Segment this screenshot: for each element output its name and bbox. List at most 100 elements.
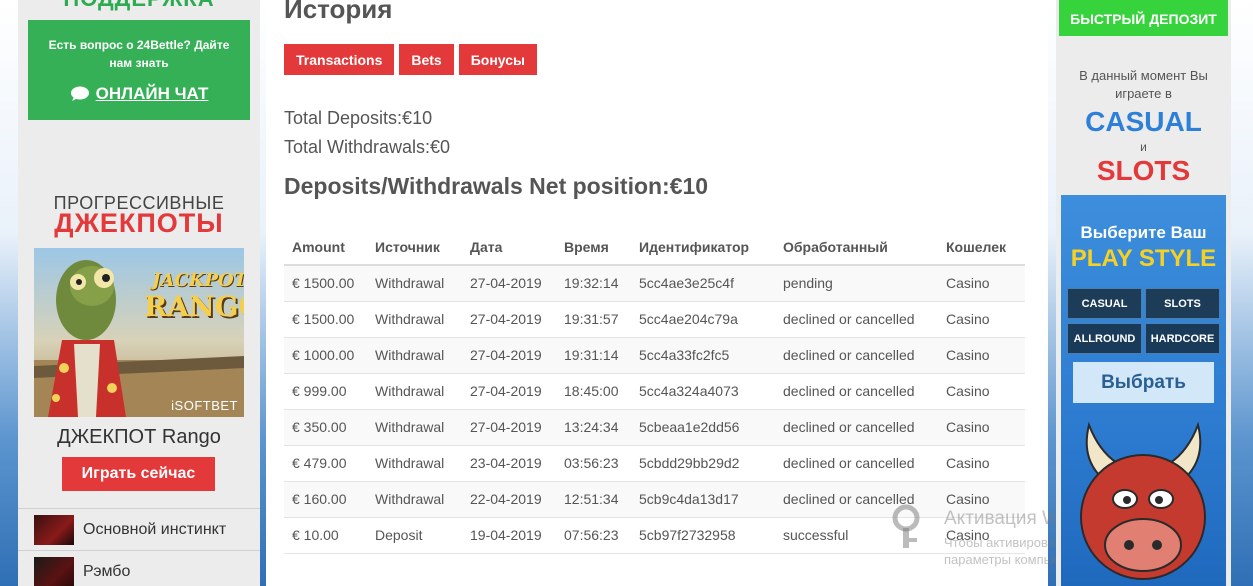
game-thumbnail [34,514,74,545]
style-allround-button[interactable]: ALLROUND [1067,323,1142,354]
choose-heading: Выберите Ваш [1080,223,1207,242]
column-header: Кошелек [938,229,1025,266]
table-cell: Withdrawal [367,409,462,446]
table-cell: Withdrawal [367,301,462,338]
table-cell: 23-04-2019 [462,445,556,482]
game-list: Основной инстинкт Рэмбо [18,508,260,586]
column-header: Источник [367,229,462,266]
table-cell: Withdrawal [367,337,462,374]
play-style-box: Выберите Ваш PLAY STYLE CASUAL SLOTS ALL… [1061,195,1226,586]
game-label: Основной инстинкт [83,520,227,538]
history-tabs: Transactions Bets Бонусы [284,44,537,75]
table-cell: 27-04-2019 [462,373,556,410]
table-cell: declined or cancelled [775,445,938,482]
table-cell: Casino [938,517,1025,554]
page-title: История [284,0,393,24]
table-cell: Deposit [367,517,462,554]
table-row: € 1500.00 Withdrawal 27-04-2019 19:31:57 5cc… [284,301,1025,338]
table-cell: declined or cancelled [775,373,938,410]
table-cell: declined or cancelled [775,337,938,374]
table-row: € 350.00 Withdrawal 27-04-2019 13:24:34 5cbe… [284,409,1025,446]
fast-deposit-button[interactable]: БЫСТРЫЙ ДЕПОЗИТ [1059,0,1228,36]
total-deposits: Total Deposits:€10 [284,108,433,128]
table-row: € 999.00 Withdrawal 27-04-2019 18:45:00 5cc4… [284,373,1025,410]
table-cell: 27-04-2019 [462,301,556,338]
table-cell: 22-04-2019 [462,481,556,518]
table-cell: 5cc4ae3e25c4f [631,265,775,302]
table-cell: 5cc4a33fc2fc5 [631,337,775,374]
column-header: Идентификатор [631,229,775,266]
table-cell: declined or cancelled [775,409,938,446]
table-cell: 18:45:00 [556,373,631,410]
support-text: Есть вопрос о 24Bettle? Дайте нам знать [48,38,230,70]
table-cell: Casino [938,481,1025,518]
column-header: Обработанный [775,229,938,266]
current-style-casual: CASUAL [1085,106,1202,137]
tab-transactions[interactable]: Transactions [284,44,395,75]
right-sidebar: БЫСТРЫЙ ДЕПОЗИТ В данный момент Вы играе… [1056,0,1231,586]
table-cell: 27-04-2019 [462,337,556,374]
live-chat-label: ОНЛАЙН ЧАТ [95,84,209,103]
table-cell: declined or cancelled [775,481,938,518]
current-style-slots: SLOTS [1096,155,1191,186]
table-cell: Casino [938,373,1025,410]
totals: Total Deposits:€10 Total Withdrawals:€0 [284,104,450,162]
play-now-button[interactable]: Играть сейчас [62,457,215,491]
table-cell: 5cb97f2732958 [631,517,775,554]
game-item-basic-instinct[interactable]: Основной инстинкт [18,508,260,550]
table-cell: pending [775,265,938,302]
table-cell: Withdrawal [367,445,462,482]
table-cell: Withdrawal [367,481,462,518]
table-cell: 5cbdd29bb29d2 [631,445,775,482]
table-cell: Withdrawal [367,373,462,410]
play-style-heading: PLAY STYLE [1070,245,1217,272]
table-cell: € 350.00 [284,409,367,446]
tab-bets[interactable]: Bets [399,44,454,75]
conjunction: и [1140,140,1147,154]
jackpot-rango-banner[interactable]: JACKPOT RANGO iSOFTBET [34,248,244,417]
select-style-button[interactable]: Выбрать [1073,362,1214,403]
table-cell: 5cc4a324a4073 [631,373,775,410]
game-item-rambo[interactable]: Рэмбо [18,550,260,586]
table-body: € 1500.00 Withdrawal 27-04-2019 19:32:14 5cc… [284,265,1025,554]
total-withdrawals: Total Withdrawals:€0 [284,137,451,157]
table-cell: 13:24:34 [556,409,631,446]
table-row: € 10.00 Deposit 19-04-2019 07:56:23 5cb97f27… [284,517,1025,554]
style-hardcore-button[interactable]: HARDCORE [1145,323,1220,354]
play-style-options: CASUAL SLOTS ALLROUND HARDCORE [1067,288,1220,354]
table-cell: Casino [938,337,1025,374]
table-header-row: Amount Источник Дата Время Идентификатор… [284,229,1025,266]
table-cell: Casino [938,409,1025,446]
table-cell: declined or cancelled [775,301,938,338]
transactions-table: Amount Источник Дата Время Идентификатор… [284,229,1025,554]
table-row: € 160.00 Withdrawal 22-04-2019 12:51:34 5cb9… [284,481,1025,518]
table-cell: successful [775,517,938,554]
table-cell: 27-04-2019 [462,265,556,302]
table-cell: 5cbeaa1e2dd56 [631,409,775,446]
isoftbet-logo: iSOFTBET [171,398,238,413]
table-cell: 19-04-2019 [462,517,556,554]
table-cell: Withdrawal [367,265,462,302]
table-cell: 5cc4ae204c79a [631,301,775,338]
jackpot-logo-line1: JACKPOT [152,270,244,291]
table-row: € 1000.00 Withdrawal 27-04-2019 19:31:14 5cc… [284,337,1025,374]
table-cell: Casino [938,445,1025,482]
table-cell: € 999.00 [284,373,367,410]
now-playing-text: В данный момент Вы играете в [1079,68,1208,101]
bull-mascot-icon [1080,421,1206,580]
column-header: Дата [462,229,556,266]
table-cell: 19:31:57 [556,301,631,338]
column-header: Время [556,229,631,266]
table-cell: 5cb9c4da13d17 [631,481,775,518]
tab-bonuses[interactable]: Бонусы [458,44,537,75]
style-casual-button[interactable]: CASUAL [1067,288,1142,319]
style-slots-button[interactable]: SLOTS [1145,288,1220,319]
table-cell: 19:32:14 [556,265,631,302]
live-chat-link[interactable]: ОНЛАЙН ЧАТ [70,84,209,104]
left-sidebar: ПОДДЕРЖКА Есть вопрос о 24Bettle? Дайте … [18,0,260,586]
game-thumbnail [34,556,74,586]
table-cell: 12:51:34 [556,481,631,518]
table-row: € 479.00 Withdrawal 23-04-2019 03:56:23 5cbd… [284,445,1025,482]
support-box: Есть вопрос о 24Bettle? Дайте нам знать … [28,20,250,120]
table-cell: € 1500.00 [284,301,367,338]
